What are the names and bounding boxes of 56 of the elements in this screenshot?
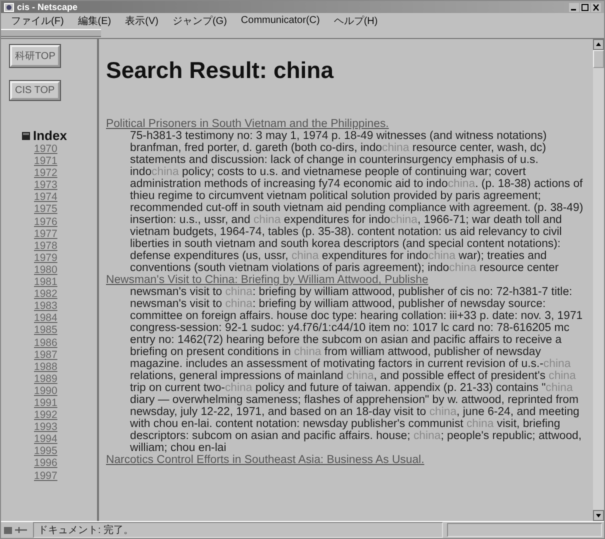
toolbar-grip[interactable] — [1, 29, 101, 37]
year-link[interactable]: 1987 — [34, 348, 58, 361]
year-link[interactable]: 1982 — [34, 288, 58, 300]
menu-item[interactable]: ヘルプ(H) — [334, 14, 378, 28]
year-link[interactable]: 1977 — [34, 228, 58, 240]
scroll-up-button[interactable] — [593, 39, 604, 50]
result-abstract: 75-h381-3 testimony no: 3 may 1, 1974 p. 18-49 witnesses (and witness notations) branfman, fred porter, d. gareth (both co-dirs, indochina resource center, wash, dc) statements and discussion: lack of change in counterinsurgency emphasis of u.s. indochina policy; costs to u.s. and vietnamese people of continuing war; covert administration methods of increasing fy74 economic aid to indochina. (p. 18-38) actions of thieu regime to circumvent vietnam political solution provided by paris agreement; recommended cut-off in south vietnam aid pending compliance with agreement. (p. 38-49) insertion: u.s., ussr, and china expenditures for indochina, 1966-71; war death toll and vietnam budgets, 1964-74, tables (p. 35-38). content notation: us aid relevancy to civil liberties in south vietnam and south korea descriptors (and special content notations): defense expenditures (us, ussr, china expenditures for indochina war); treaties and conventions (south vietnam violations of paris agreement); indochina resource center — [130, 130, 584, 274]
year-link[interactable]: 1971 — [34, 155, 58, 168]
year-link[interactable]: 1986 — [34, 336, 58, 349]
year-link[interactable]: 1984 — [34, 312, 58, 324]
year-link[interactable]: 1994 — [34, 433, 58, 446]
scroll-thumb[interactable] — [593, 50, 604, 68]
maximize-icon[interactable] — [580, 2, 590, 12]
year-link[interactable]: 1988 — [34, 360, 58, 373]
year-link[interactable]: 1991 — [34, 396, 58, 410]
year-link[interactable]: 1995 — [34, 445, 58, 458]
menu-item[interactable]: ジャンプ(G) — [172, 14, 227, 28]
result-link[interactable]: Narcotics Control Efforts in Southeast Asia: Business As Usual. — [106, 454, 587, 466]
year-link[interactable]: 1970 — [34, 143, 58, 156]
result-link[interactable]: Newsman's Visit to China: Briefing by William Attwood, Publishe — [106, 274, 587, 286]
year-link[interactable]: 1996 — [34, 457, 58, 470]
menu-item[interactable]: 表示(V) — [125, 14, 158, 28]
menu-item[interactable]: 編集(E) — [78, 14, 112, 28]
page-heading: Search Result: china — [106, 57, 335, 84]
year-link[interactable]: 1990 — [34, 384, 58, 397]
year-link[interactable]: 1992 — [34, 409, 58, 422]
year-link[interactable]: 1973 — [34, 179, 58, 192]
status-text: ドキュメント: 完了。 — [33, 522, 443, 538]
scroll-down-button[interactable] — [593, 510, 604, 521]
year-link[interactable]: 1983 — [34, 300, 58, 312]
minimize-icon[interactable] — [569, 2, 579, 12]
year-link[interactable]: 1975 — [34, 203, 58, 216]
year-link[interactable]: 1980 — [34, 264, 58, 276]
menu-item[interactable]: Communicator(C) — [240, 15, 320, 26]
year-link[interactable]: 1993 — [34, 421, 58, 434]
year-link[interactable]: 1989 — [34, 372, 58, 385]
security-icon — [3, 525, 29, 535]
year-link[interactable]: 1979 — [34, 252, 58, 264]
year-link[interactable]: 1985 — [34, 324, 58, 336]
window-title: cis - Netscape — [17, 2, 79, 12]
year-link[interactable]: 1972 — [34, 167, 58, 180]
nav-button[interactable]: 科研TOP — [10, 45, 60, 67]
year-link[interactable]: 1976 — [34, 216, 58, 228]
result-link[interactable]: Political Prisoners in South Vietnam and the Philippines. — [106, 118, 587, 130]
year-link[interactable]: 1997 — [34, 470, 58, 482]
year-link[interactable]: 1981 — [34, 276, 58, 288]
close-icon[interactable] — [591, 2, 601, 12]
square-icon — [22, 132, 30, 140]
index-heading: Index — [33, 128, 67, 143]
year-link[interactable]: 1974 — [34, 191, 58, 204]
app-icon — [4, 2, 14, 12]
scrollbar[interactable] — [593, 39, 604, 521]
result-abstract: newsman's visit to china: briefing by william attwood, publisher of cis no: 72-h381-7 title: newsman's visit to china: briefing by william attwood, publisher of newsday source: committee on foreign affairs. house doc type: hearing collation: iii+33 p. date: nov. 3, 1971 congress-session: 92-1 sudoc: y4.f76/1:c44/10 item no: 1017 lc card no: 78-616205 mc entry no: 1462(72) hearing before the subcom on asian and pacific affairs to receive a briefing on present conditions in china from william attwood, publisher of newsday magazine. includes an assessment of motivating factors in current revision of u.s.-china relations, general impressions of mainland china, and possible effect of president's china trip on current two-china policy and future of taiwan. appendix (p. 21-33) contains "china diary — overwhelming sameness; flashes of apprehension" by w. attwood, reprinted from newsday, july 12-22, 1971, and based on an 18-day visit to china, june 6-24, and meeting with chou en-lai. content notation: newsday publisher's communist china visit, briefing descriptors: subcom on asian and pacific affairs. house; china; people's republic; attwood, william; chou en-lai — [130, 286, 584, 454]
nav-button[interactable]: CIS TOP — [10, 81, 60, 100]
year-link[interactable]: 1978 — [34, 240, 58, 252]
menu-item[interactable]: ファイル(F) — [11, 14, 64, 28]
